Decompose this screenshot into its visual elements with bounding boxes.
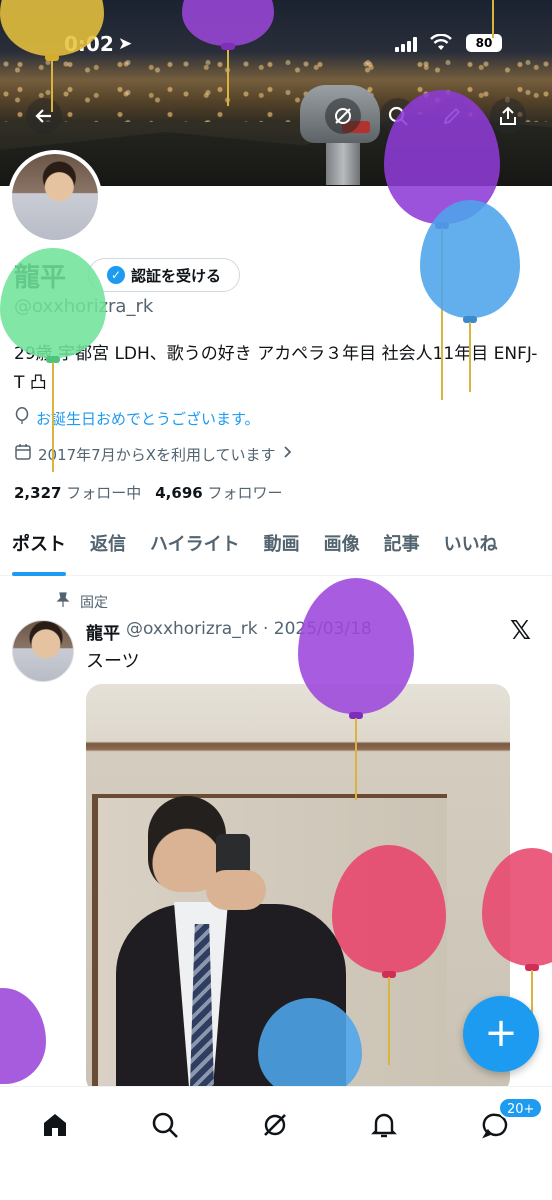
battery-icon: 80 (466, 34, 502, 52)
calendar-icon (14, 443, 32, 465)
tab-videos[interactable]: 動画 (252, 520, 312, 576)
post-header: 龍平 @oxxhorizra_rk · 2025/03/18 (86, 619, 372, 644)
wifi-icon (430, 33, 452, 57)
pin-icon (56, 592, 70, 612)
back-arrow-icon[interactable] (26, 98, 62, 134)
post-handle-date[interactable]: @oxxhorizra_rk · 2025/03/18 (126, 619, 372, 644)
status-time: 0:02 (64, 32, 114, 56)
search-icon[interactable] (380, 98, 416, 134)
tab-highlights[interactable]: ハイライト (138, 520, 252, 576)
profile-name: 龍平 (14, 263, 67, 293)
notifications-bell-icon[interactable] (364, 1105, 404, 1145)
followers-count: 4,696 (155, 484, 203, 502)
tab-replies[interactable]: 返信 (78, 520, 138, 576)
pinned-indicator: 固定 (56, 592, 108, 612)
joined-text: 2017年7月からXを利用しています (38, 445, 276, 464)
pinned-label: 固定 (80, 595, 108, 611)
compose-plus-icon[interactable]: + (463, 996, 539, 1072)
post-author-name[interactable]: 龍平 (86, 619, 120, 644)
post-avatar[interactable] (12, 620, 74, 682)
get-verified-label: 認証を受ける (130, 266, 221, 285)
post-photo[interactable] (86, 684, 510, 1094)
tab-articles[interactable]: 記事 (372, 520, 432, 576)
birthday-text: お誕生日おめでとうございます。 (36, 409, 260, 428)
x-logo-icon[interactable]: 𝕏 (510, 616, 531, 646)
share-icon[interactable] (490, 98, 526, 134)
status-bar: 0:02 ➤ 80 (0, 30, 552, 60)
profile-avatar[interactable] (8, 150, 102, 244)
home-icon[interactable] (35, 1105, 75, 1145)
balloon-blue-right (420, 200, 520, 392)
profile-banner[interactable] (0, 0, 552, 186)
location-arrow-icon: ➤ (118, 34, 133, 54)
bottom-navigation: 20+ (0, 1086, 552, 1200)
followers-label: フォロワー (207, 484, 283, 502)
profile-bio: 29歳 宇都宮 LDH、歌うの好き アカペラ３年目 社会人11年目 ENFJ-T… (14, 344, 538, 393)
chevron-right-icon (282, 445, 292, 463)
profile-tabs: ポスト 返信 ハイライト 動画 画像 記事 いいね (0, 520, 552, 576)
balloon-icon (14, 407, 30, 429)
joined-row[interactable]: 2017年7月からXを利用しています (14, 443, 292, 465)
grok-icon[interactable] (325, 98, 361, 134)
balloon-purple-bottom (0, 988, 46, 1084)
notification-badge: 20+ (498, 1097, 544, 1119)
following-link[interactable]: 2,327 フォロー中 (14, 482, 141, 503)
follow-stats: 2,327 フォロー中 4,696 フォロワー (14, 482, 283, 503)
birthday-row[interactable]: お誕生日おめでとうございます。 (14, 407, 260, 429)
following-count: 2,327 (14, 484, 62, 502)
explore-icon[interactable] (145, 1105, 185, 1145)
balloon-string (492, 0, 494, 38)
followers-link[interactable]: 4,696 フォロワー (155, 482, 282, 503)
tab-posts[interactable]: ポスト (0, 520, 78, 576)
profile-handle: @oxxhorizra_rk (14, 296, 154, 317)
edit-icon[interactable] (434, 98, 470, 134)
grok-nav-icon[interactable] (255, 1105, 295, 1145)
signal-icon (395, 36, 419, 52)
following-label: フォロー中 (66, 484, 142, 502)
tab-likes[interactable]: いいね (432, 520, 510, 576)
post-text: スーツ (86, 651, 140, 672)
get-verified-button[interactable]: ✓ 認証を受ける (88, 258, 240, 292)
post-avatar-wrap[interactable] (12, 620, 74, 682)
tab-images[interactable]: 画像 (312, 520, 372, 576)
verified-badge-icon: ✓ (106, 266, 125, 284)
